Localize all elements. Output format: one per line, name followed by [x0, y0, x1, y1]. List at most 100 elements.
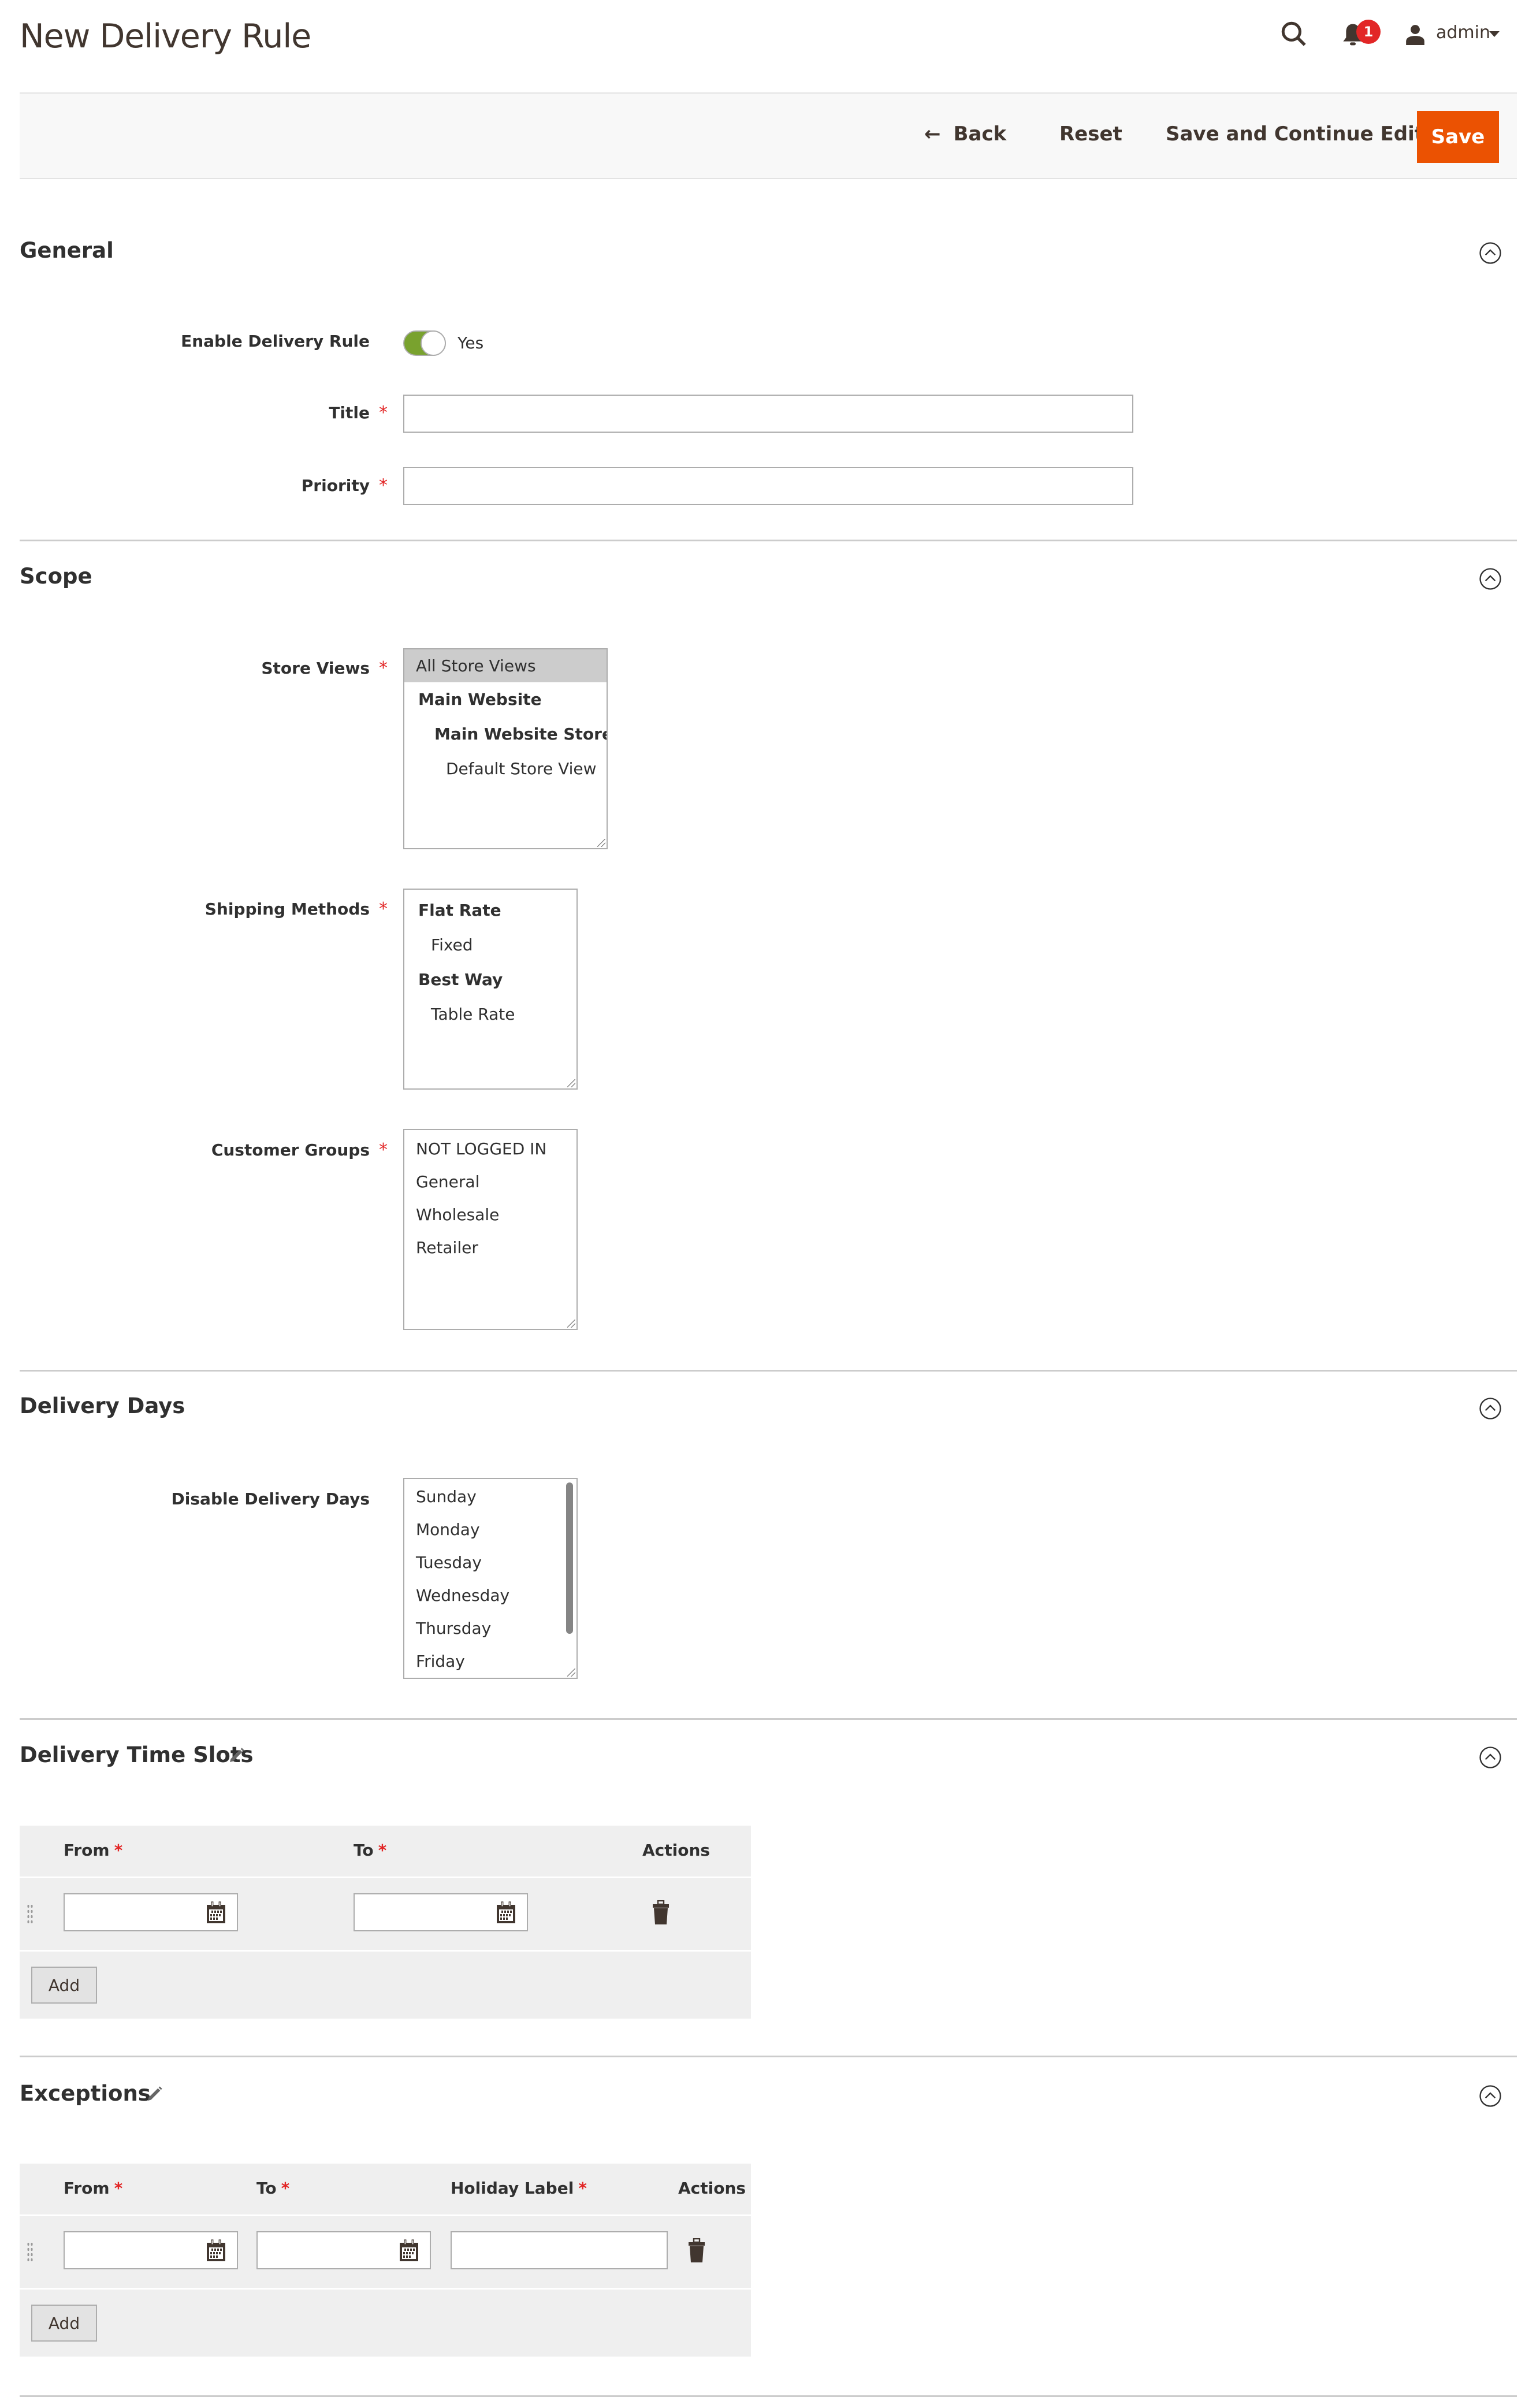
day-option[interactable]: Wednesday [404, 1579, 576, 1612]
store-views-label: Store Views [261, 659, 370, 678]
required-marker: * [379, 658, 388, 678]
search-icon[interactable] [1279, 20, 1308, 49]
resize-handle[interactable] [597, 839, 605, 847]
column-header-to: To * [256, 2179, 290, 2198]
page-title: New Delivery Rule [20, 17, 311, 55]
column-header-actions: Actions [642, 1841, 711, 1860]
scrollbar[interactable] [566, 1482, 573, 1634]
enable-delivery-rule-value: Yes [457, 333, 484, 352]
exceptions-table: From * To * Holiday Label * Actions Add [20, 2164, 751, 2357]
drag-handle-icon[interactable] [27, 1904, 34, 1924]
calendar-icon[interactable] [494, 1901, 518, 1924]
title-input[interactable] [403, 395, 1133, 433]
collapse-icon[interactable] [1479, 567, 1502, 590]
shipping-method-option[interactable]: Best Way [404, 963, 576, 997]
customer-groups-multiselect[interactable]: NOT LOGGED IN General Wholesale Retailer [403, 1129, 578, 1330]
calendar-icon[interactable] [204, 2239, 228, 2262]
section-title-delivery-time-slots[interactable]: Delivery Time Slots [20, 1742, 254, 1767]
resize-handle[interactable] [567, 1079, 575, 1087]
back-button-label: Back [953, 122, 1007, 146]
disable-delivery-days-multiselect[interactable]: Sunday Monday Tuesday Wednesday Thursday… [403, 1478, 578, 1679]
title-label: Title [329, 403, 370, 422]
customer-group-option[interactable]: NOT LOGGED IN [404, 1132, 576, 1165]
calendar-icon[interactable] [397, 2239, 421, 2262]
section-title-scope[interactable]: Scope [20, 564, 92, 589]
table-footer: Add [20, 2290, 751, 2357]
caret-down-icon[interactable] [1489, 31, 1500, 37]
collapse-icon[interactable] [1479, 1746, 1502, 1769]
add-time-slot-button[interactable]: Add [31, 1967, 97, 2004]
time-slots-table: From * To * Actions Add [20, 1826, 751, 2019]
section-divider [20, 1718, 1517, 1720]
trash-icon[interactable] [687, 2238, 706, 2264]
store-view-option[interactable]: All Store Views [404, 649, 607, 682]
collapse-icon[interactable] [1479, 241, 1502, 265]
resize-handle[interactable] [567, 1320, 575, 1328]
user-menu-name[interactable]: admin [1436, 23, 1490, 43]
section-divider [20, 2056, 1517, 2057]
section-divider [20, 2395, 1517, 2397]
table-header: From * To * Holiday Label * Actions [20, 2164, 751, 2216]
trash-icon[interactable] [652, 1900, 670, 1926]
customer-groups-label: Customer Groups [211, 1140, 370, 1160]
required-marker: * [379, 403, 388, 423]
required-marker: * [379, 475, 388, 496]
save-button[interactable]: Save [1417, 111, 1499, 163]
arrow-left-icon: ← [924, 122, 941, 146]
notification-count-badge[interactable]: 1 [1356, 20, 1381, 44]
to-date-input[interactable] [256, 2231, 431, 2269]
to-date-input[interactable] [354, 1893, 528, 1931]
day-option[interactable]: Friday [404, 1645, 576, 1678]
collapse-icon[interactable] [1479, 1397, 1502, 1420]
customer-group-option[interactable]: Wholesale [404, 1198, 576, 1231]
back-button[interactable]: ← Back [924, 122, 1006, 146]
store-view-option[interactable]: Main Website [404, 682, 607, 717]
enable-delivery-rule-label: Enable Delivery Rule [181, 332, 370, 351]
table-row [20, 1878, 751, 1952]
day-option[interactable]: Tuesday [404, 1546, 576, 1579]
required-marker: * [379, 899, 388, 919]
required-marker: * [379, 1140, 388, 1160]
day-option[interactable]: Sunday [404, 1480, 576, 1513]
day-option[interactable]: Monday [404, 1513, 576, 1546]
day-option[interactable]: Thursday [404, 1612, 576, 1645]
priority-label: Priority [301, 476, 370, 495]
priority-input[interactable] [403, 467, 1133, 505]
column-header-from: From * [64, 1841, 123, 1860]
customer-group-option[interactable]: General [404, 1165, 576, 1198]
store-view-option[interactable]: Main Website Store [404, 717, 607, 752]
from-date-input[interactable] [64, 2231, 238, 2269]
section-title-delivery-days[interactable]: Delivery Days [20, 1393, 185, 1418]
pencil-icon[interactable] [228, 1746, 246, 1764]
toggle-knob [421, 330, 446, 356]
add-exception-button[interactable]: Add [31, 2305, 97, 2342]
shipping-method-option[interactable]: Fixed [404, 928, 576, 963]
shipping-method-option[interactable]: Table Rate [404, 997, 576, 1032]
store-views-multiselect[interactable]: All Store Views Main Website Main Websit… [403, 648, 608, 849]
resize-handle[interactable] [567, 1668, 575, 1677]
shipping-methods-label: Shipping Methods [204, 900, 370, 919]
column-header-to: To * [354, 1841, 387, 1860]
holiday-label-input[interactable] [451, 2231, 668, 2269]
section-title-exceptions[interactable]: Exceptions [20, 2081, 151, 2106]
column-header-actions: Actions [678, 2179, 746, 2198]
disable-delivery-days-label: Disable Delivery Days [171, 1489, 370, 1508]
table-row [20, 2216, 751, 2290]
reset-button[interactable]: Reset [1059, 122, 1122, 146]
save-and-continue-button[interactable]: Save and Continue Edit [1166, 122, 1424, 146]
from-date-input[interactable] [64, 1893, 238, 1931]
section-divider [20, 540, 1517, 541]
table-header: From * To * Actions [20, 1826, 751, 1878]
calendar-icon[interactable] [204, 1901, 228, 1924]
table-footer: Add [20, 1952, 751, 2019]
enable-delivery-rule-toggle[interactable] [403, 330, 446, 356]
user-icon[interactable] [1404, 23, 1427, 45]
store-view-option[interactable]: Default Store View [404, 752, 607, 786]
shipping-methods-multiselect[interactable]: Flat Rate Fixed Best Way Table Rate [403, 889, 578, 1090]
drag-handle-icon[interactable] [27, 2242, 34, 2262]
customer-group-option[interactable]: Retailer [404, 1231, 576, 1264]
section-title-general[interactable]: General [20, 238, 114, 263]
shipping-method-option[interactable]: Flat Rate [404, 893, 576, 928]
pencil-icon[interactable] [146, 2084, 164, 2103]
collapse-icon[interactable] [1479, 2084, 1502, 2108]
